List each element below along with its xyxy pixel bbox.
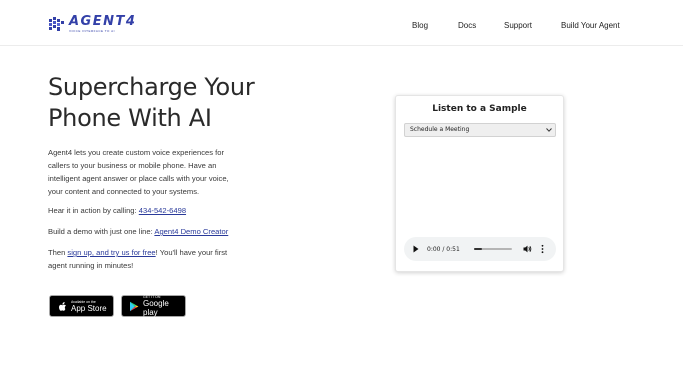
brand-logo[interactable]: AGENT4 VOICE INTERFACE TO AI (48, 15, 136, 33)
audio-time: 0:00 / 0:51 (427, 246, 460, 253)
google-play-big-text: Google play (143, 299, 169, 317)
sample-card: Listen to a Sample Schedule a Meeting 0:… (395, 95, 564, 272)
more-vertical-icon[interactable] (541, 244, 544, 254)
google-play-button[interactable]: GET IT ON Google play (121, 295, 186, 317)
nav-link-support[interactable]: Support (504, 21, 532, 30)
hero-title: Supercharge Your Phone With AI (48, 72, 255, 134)
signup-link[interactable]: sign up, and try us for free (67, 248, 155, 257)
volume-icon[interactable] (523, 245, 532, 253)
audio-progress-fill (474, 248, 482, 250)
demo-line: Build a demo with just one line: Agent4 … (48, 226, 244, 239)
call-line: Hear it in action by calling: 434-542-64… (48, 205, 244, 218)
hero-title-line-2: Phone With AI (48, 104, 212, 132)
apple-icon (57, 300, 67, 312)
app-store-button[interactable]: Available on the App Store (49, 295, 114, 317)
brand-tagline: VOICE INTERFACE TO AI (69, 29, 115, 33)
brand-name: AGENT4 (69, 14, 137, 29)
sample-select[interactable]: Schedule a Meeting (404, 123, 556, 137)
sample-title: Listen to a Sample (432, 104, 527, 114)
header-divider (0, 45, 683, 46)
hero-intro: Agent4 lets you create custom voice expe… (48, 148, 229, 196)
nav-link-blog[interactable]: Blog (412, 21, 428, 30)
call-number-link[interactable]: 434-542-6498 (139, 206, 186, 215)
signup-line: Then sign up, and try us for free! You'l… (48, 247, 240, 273)
audio-player: 0:00 / 0:51 (404, 237, 556, 261)
nav-link-build-your-agent[interactable]: Build Your Agent (561, 21, 620, 30)
google-play-icon (129, 300, 139, 312)
chevron-down-icon (546, 128, 552, 132)
sample-select-value: Schedule a Meeting (410, 126, 470, 133)
demo-creator-link[interactable]: Agent4 Demo Creator (154, 227, 228, 236)
play-icon[interactable] (413, 245, 419, 253)
call-prefix: Hear it in action by calling: (48, 206, 139, 215)
app-store-big-text: App Store (71, 303, 107, 313)
demo-prefix: Build a demo with just one line: (48, 227, 155, 236)
nav-link-docs[interactable]: Docs (458, 21, 476, 30)
signup-prefix: Then (48, 248, 68, 257)
hero-title-line-1: Supercharge Your (48, 73, 255, 101)
site-header: AGENT4 VOICE INTERFACE TO AI Blog Docs S… (0, 0, 683, 45)
audio-progress-track[interactable] (474, 248, 512, 250)
brain-circuit-icon (49, 17, 64, 31)
